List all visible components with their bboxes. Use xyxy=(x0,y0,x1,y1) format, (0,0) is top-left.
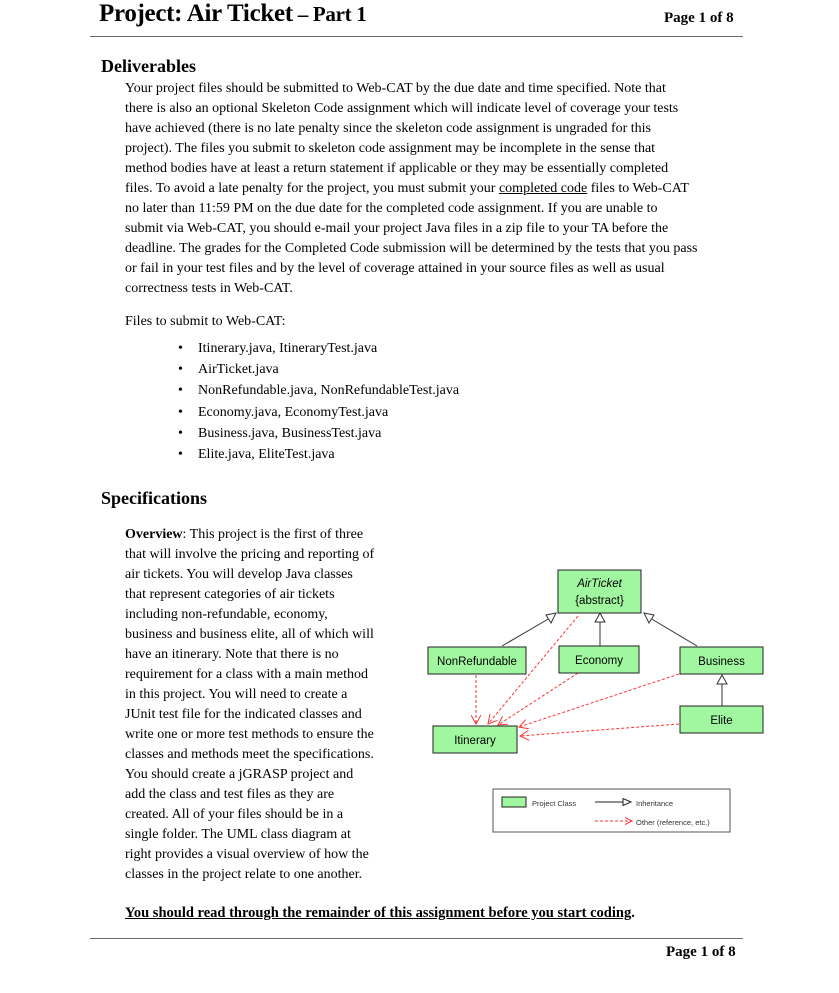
reference-edge-economy-itinerary xyxy=(498,672,579,725)
legend-class-swatch xyxy=(501,796,527,808)
inheritance-triangle-icon xyxy=(545,612,557,625)
legend-project-class: Project Class xyxy=(532,799,576,808)
closing-text: You should read through the remainder of… xyxy=(125,905,632,921)
class-name: Elite xyxy=(710,715,732,727)
inheritance-triangle-icon xyxy=(716,673,728,685)
footer-page-number: Page 1 of 8 xyxy=(666,944,736,960)
class-name: Economy xyxy=(575,655,623,667)
reference-edge-business-itinerary xyxy=(519,673,680,727)
legend-inheritance: Inheritance xyxy=(636,799,673,808)
class-economy: Economy xyxy=(558,645,640,674)
reference-edge-elite-itinerary xyxy=(520,723,680,736)
class-nonrefundable: NonRefundable xyxy=(427,646,527,675)
inheritance-triangle-icon xyxy=(594,611,606,623)
class-name: NonRefundable xyxy=(437,656,517,668)
legend-other: Other (reference, etc.) xyxy=(636,818,710,827)
class-airticket: AirTicket {abstract} xyxy=(557,569,642,614)
closing-period: . xyxy=(631,905,635,921)
class-stereotype: {abstract} xyxy=(575,595,624,607)
uml-legend: Project Class Inheritance Other (referen… xyxy=(492,788,731,833)
uml-class-diagram: AirTicket {abstract} NonRefundable Econo… xyxy=(427,569,764,833)
class-name: AirTicket xyxy=(576,578,622,590)
inheritance-edge-business-airticket xyxy=(649,617,698,647)
inheritance-edge-nonrefundable-airticket xyxy=(501,617,551,647)
class-elite: Elite xyxy=(679,705,764,734)
class-itinerary: Itinerary xyxy=(432,725,518,754)
class-business: Business xyxy=(679,646,764,675)
class-name: Business xyxy=(698,656,745,668)
inheritance-triangle-icon xyxy=(643,612,655,625)
closing-instruction: You should read through the remainder of… xyxy=(125,905,635,922)
class-name: Itinerary xyxy=(454,735,496,747)
footer-rule xyxy=(90,938,743,939)
